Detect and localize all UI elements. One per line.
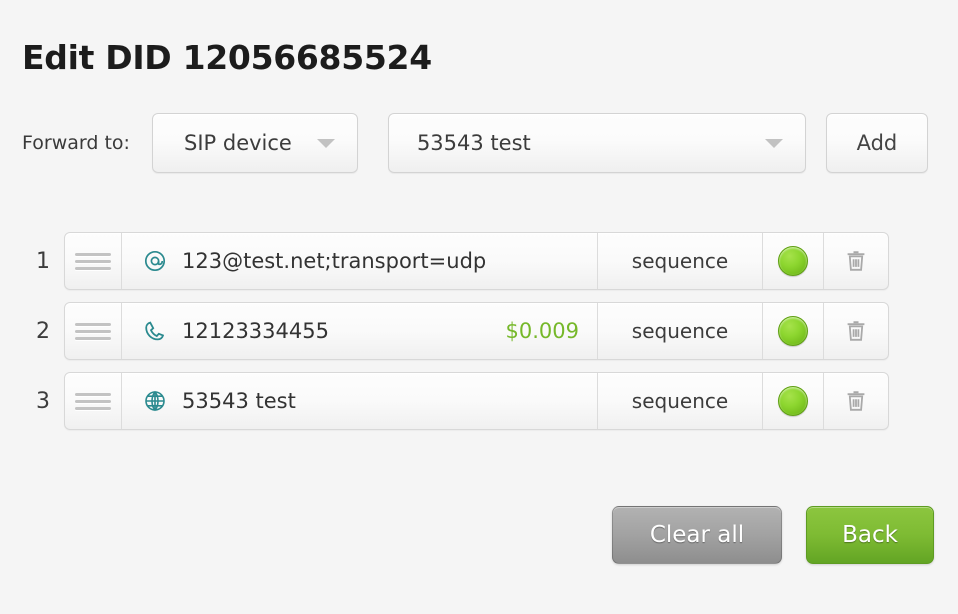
globe-icon xyxy=(142,388,168,414)
mode-cell[interactable]: sequence xyxy=(598,373,763,429)
page-title: Edit DID 12056685524 xyxy=(22,38,432,78)
drag-handle-icon xyxy=(75,389,111,414)
drag-handle[interactable] xyxy=(65,233,122,289)
status-toggle[interactable] xyxy=(763,233,824,289)
row-index: 1 xyxy=(36,248,50,274)
drag-handle-icon xyxy=(75,319,111,344)
row-index: 3 xyxy=(36,388,50,414)
list-item: 1 123@test.net;transport=udp sequence xyxy=(22,232,889,290)
footer-actions: Clear all Back xyxy=(0,506,958,564)
destination-cell: 53543 test xyxy=(122,373,598,429)
table-row: 12123334455 $0.009 sequence xyxy=(64,302,889,360)
drag-handle-icon xyxy=(75,249,111,274)
destination-text: 53543 test xyxy=(182,389,296,413)
destination-text: 123@test.net;transport=udp xyxy=(182,249,487,273)
mode-cell[interactable]: sequence xyxy=(598,303,763,359)
status-toggle[interactable] xyxy=(763,373,824,429)
green-led-icon xyxy=(778,316,808,346)
list-item: 3 53543 test sequence xyxy=(22,372,889,430)
forwarding-destinations-list: 1 123@test.net;transport=udp sequence 2 … xyxy=(22,232,889,442)
drag-handle[interactable] xyxy=(65,303,122,359)
mode-cell[interactable]: sequence xyxy=(598,233,763,289)
table-row: 123@test.net;transport=udp sequence xyxy=(64,232,889,290)
clear-all-button[interactable]: Clear all xyxy=(612,506,782,564)
forward-to-bar: Forward to: SIP device 53543 test Add xyxy=(22,112,928,174)
delete-button[interactable] xyxy=(824,233,888,289)
forward-to-label: Forward to: xyxy=(22,132,130,154)
green-led-icon xyxy=(778,386,808,416)
destination-cell: 12123334455 $0.009 xyxy=(122,303,598,359)
destination-text: 12123334455 xyxy=(182,319,329,343)
forward-type-select[interactable]: SIP device xyxy=(151,113,358,173)
trash-icon xyxy=(844,248,868,274)
mode-label: sequence xyxy=(631,249,729,273)
clear-all-label: Clear all xyxy=(649,522,745,548)
forward-destination-value: 53543 test xyxy=(416,131,531,155)
back-label: Back xyxy=(842,522,898,548)
mode-label: sequence xyxy=(631,319,729,343)
forward-type-value: SIP device xyxy=(184,131,292,155)
add-button[interactable]: Add xyxy=(825,113,928,173)
row-index: 2 xyxy=(36,318,50,344)
trash-icon xyxy=(844,388,868,414)
status-toggle[interactable] xyxy=(763,303,824,359)
chevron-down-icon xyxy=(764,139,783,148)
phone-icon xyxy=(142,318,168,344)
back-button[interactable]: Back xyxy=(806,506,934,564)
mode-label: sequence xyxy=(631,389,729,413)
drag-handle[interactable] xyxy=(65,373,122,429)
trash-icon xyxy=(844,318,868,344)
add-button-label: Add xyxy=(856,131,898,155)
destination-cell: 123@test.net;transport=udp xyxy=(122,233,598,289)
green-led-icon xyxy=(778,246,808,276)
delete-button[interactable] xyxy=(824,373,888,429)
forward-destination-select[interactable]: 53543 test xyxy=(387,113,806,173)
chevron-down-icon xyxy=(316,139,335,148)
at-sign-icon xyxy=(142,248,168,274)
delete-button[interactable] xyxy=(824,303,888,359)
destination-price: $0.009 xyxy=(505,319,579,343)
table-row: 53543 test sequence xyxy=(64,372,889,430)
list-item: 2 12123334455 $0.009 sequence xyxy=(22,302,889,360)
